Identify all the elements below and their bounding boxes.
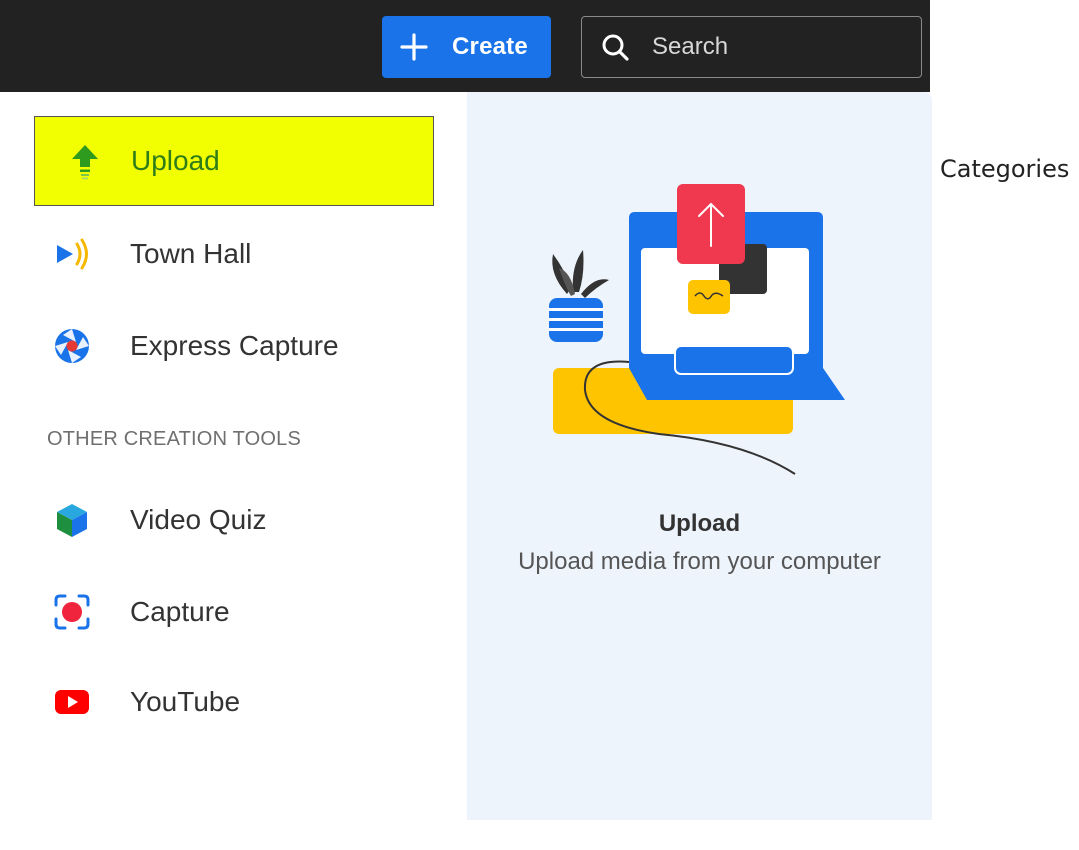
menu-item-label: Express Capture	[130, 330, 339, 361]
menu-item-town-hall[interactable]: Town Hall	[6, 210, 466, 298]
menu-item-capture[interactable]: Capture	[6, 568, 466, 656]
menu-item-label: Town Hall	[130, 238, 252, 269]
create-menu: Upload Town Hall Express Capture OTHER C…	[6, 92, 466, 850]
menu-item-label: YouTube	[130, 686, 241, 717]
search-input[interactable]	[650, 32, 884, 62]
video-quiz-cube-icon	[52, 500, 92, 540]
express-capture-icon	[52, 326, 92, 366]
create-button[interactable]: Create	[382, 16, 551, 78]
search-icon	[602, 34, 629, 61]
menu-item-express-capture[interactable]: Express Capture	[6, 302, 466, 390]
menu-item-upload[interactable]: Upload	[34, 116, 434, 206]
town-hall-broadcast-icon	[52, 234, 92, 274]
upload-arrow-icon	[65, 141, 105, 181]
preview-pane: Upload Upload media from your computer	[467, 92, 932, 820]
menu-item-youtube[interactable]: YouTube	[6, 658, 466, 746]
categories-label[interactable]: Categories	[940, 155, 1069, 183]
create-dropdown-panel: Upload Town Hall Express Capture OTHER C…	[6, 92, 932, 850]
upload-illustration	[549, 184, 845, 475]
preview-title: Upload	[658, 510, 741, 537]
menu-item-label: Upload	[131, 145, 220, 176]
menu-item-label: Video Quiz	[130, 504, 267, 535]
top-navigation-bar: Create	[0, 0, 930, 92]
create-button-label: Create	[452, 33, 528, 60]
preview-description: Upload media from your computer	[518, 548, 881, 575]
menu-item-video-quiz[interactable]: Video Quiz	[6, 476, 466, 564]
youtube-icon	[52, 682, 92, 722]
other-creation-tools-header: OTHER CREATION TOOLS	[47, 428, 302, 450]
capture-record-icon	[52, 592, 92, 632]
search-box[interactable]	[581, 16, 922, 78]
menu-item-label: Capture	[130, 596, 230, 627]
plus-icon	[400, 33, 428, 61]
